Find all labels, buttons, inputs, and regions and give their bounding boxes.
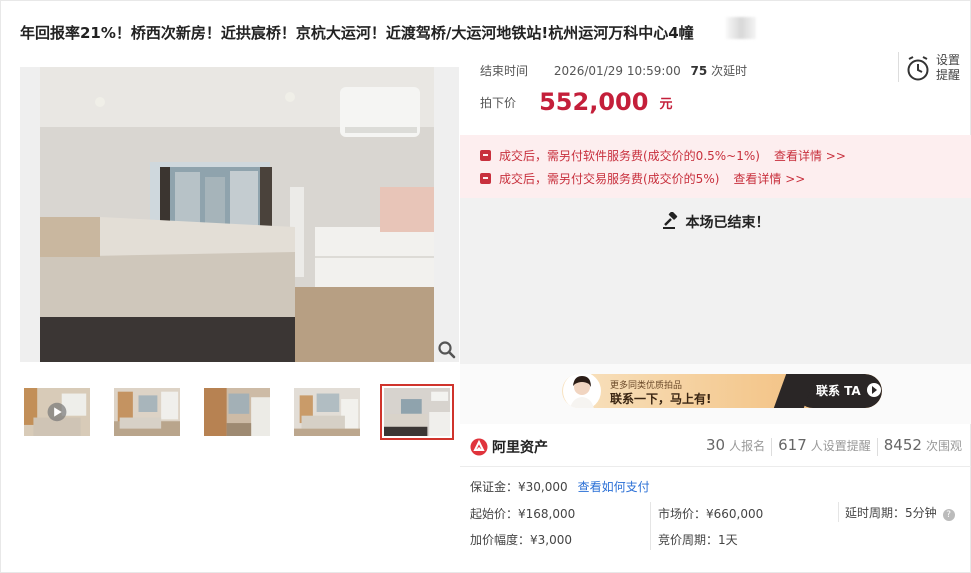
stat-num: 30 [706, 436, 726, 454]
brand-name: 阿里资产 [492, 439, 548, 456]
price-row: 拍下价 552,000 元 [480, 88, 673, 116]
delay-period: 延时周期：5分钟 [845, 506, 937, 520]
stats-row: 30 人报名 617 人设置提醒 8452 次围观 [700, 436, 968, 456]
price-label: 拍下价 [480, 95, 517, 110]
banner-area: 更多同类优质拍品 联系一下，马上有! 联系 TA [460, 364, 971, 424]
software-fee-text: 成交后，需另付软件服务费(成交价的0.5%~1%) [499, 149, 760, 163]
software-fee-detail-link[interactable]: 查看详情 >> [774, 149, 846, 163]
divider [460, 466, 971, 467]
end-time-value: 2026/01/29 10:59:00 [553, 64, 681, 78]
stat-label: 人报名 [729, 439, 766, 453]
transaction-fee-detail-link[interactable]: 查看详情 >> [733, 172, 805, 186]
thumbnail-strip [20, 384, 460, 440]
stat-label: 次围观 [925, 439, 962, 453]
title-blur-mask [726, 17, 756, 39]
stat-num: 617 [778, 436, 807, 454]
ended-text: 本场已结束！ [685, 215, 770, 231]
banner-main-text: 联系一下，马上有! [610, 392, 712, 406]
software-fee-line: 成交后，需另付软件服务费(成交价的0.5%~1%) 查看详情 >> [480, 147, 846, 164]
zoom-icon[interactable] [437, 340, 457, 360]
thumbnail-5-active[interactable] [380, 384, 454, 440]
main-photo [40, 67, 434, 362]
stat-label: 人设置提醒 [810, 439, 871, 453]
deposit-row: 保证金：¥30,000 查看如何支付 [470, 478, 650, 495]
bid-period: 竞价周期：1天 [658, 533, 738, 547]
end-time-row: 结束时间 2026/01/29 10:59:00 75 次延时 [480, 62, 747, 79]
stat-num: 8452 [883, 436, 922, 454]
transaction-fee-line: 成交后，需另付交易服务费(成交价的5%) 查看详情 >> [480, 170, 805, 187]
delay-count: 75 [690, 64, 708, 78]
bid-increment: 加价幅度：¥3,000 [470, 533, 572, 547]
fee-bag-icon [480, 150, 491, 161]
stat-registrations: 30 人报名 [700, 436, 771, 454]
market-price: 市场价：¥660,000 [658, 507, 764, 521]
delay-period-row: 延时周期：5分钟? [845, 504, 955, 521]
arrow-right-icon [866, 383, 881, 397]
agent-avatar [563, 374, 601, 408]
how-to-pay-link[interactable]: 查看如何支付 [578, 480, 650, 494]
auction-status-area: 本场已结束！ [460, 198, 971, 364]
thumbnail-4[interactable] [290, 384, 364, 440]
alarm-clock-icon[interactable] [906, 56, 930, 82]
thumbnail-2[interactable] [110, 384, 184, 440]
thumbnail-video[interactable] [20, 384, 94, 440]
start-price: 起始价：¥168,000 [470, 507, 576, 521]
price-unit: 元 [659, 96, 673, 112]
fee-notice-box: 成交后，需另付软件服务费(成交价的0.5%~1%) 查看详情 >> 成交后，需另付… [460, 135, 971, 198]
reminder-divider [898, 52, 899, 82]
gavel-icon [662, 211, 677, 229]
contact-ta-button[interactable]: 联系 TA [796, 374, 882, 408]
deposit-value: 保证金：¥30,000 [470, 480, 568, 494]
stat-views: 8452 次围观 [878, 436, 968, 454]
auction-ended-status: 本场已结束！ [460, 211, 971, 232]
column-divider [838, 502, 839, 522]
main-image-area[interactable] [20, 67, 459, 362]
set-reminder-button[interactable]: 设置 提醒 [936, 53, 960, 83]
brand: 阿里资产 [470, 436, 548, 456]
delay-suffix: 次延时 [711, 64, 748, 78]
ali-assets-logo-icon [470, 438, 488, 455]
thumbnail-3[interactable] [200, 384, 274, 440]
stat-reminders: 617 人设置提醒 [772, 436, 877, 454]
help-icon[interactable]: ? [942, 509, 955, 521]
end-time-label: 结束时间 [480, 64, 529, 78]
transaction-fee-text: 成交后，需另付交易服务费(成交价的5%) [499, 172, 720, 186]
contact-banner[interactable]: 更多同类优质拍品 联系一下，马上有! 联系 TA [562, 374, 882, 408]
reminder-line2: 提醒 [936, 68, 961, 82]
page-title: 年回报率21%！桥西次新房！近拱宸桥！京杭大运河！近渡驾桥/大运河地铁站!杭州运… [20, 24, 694, 42]
column-divider [650, 502, 651, 550]
final-price: 552,000 [539, 88, 649, 116]
fee-bag-icon [480, 173, 491, 184]
reminder-line1: 设置 [936, 53, 961, 67]
contact-ta-label: 联系 TA [816, 384, 861, 398]
